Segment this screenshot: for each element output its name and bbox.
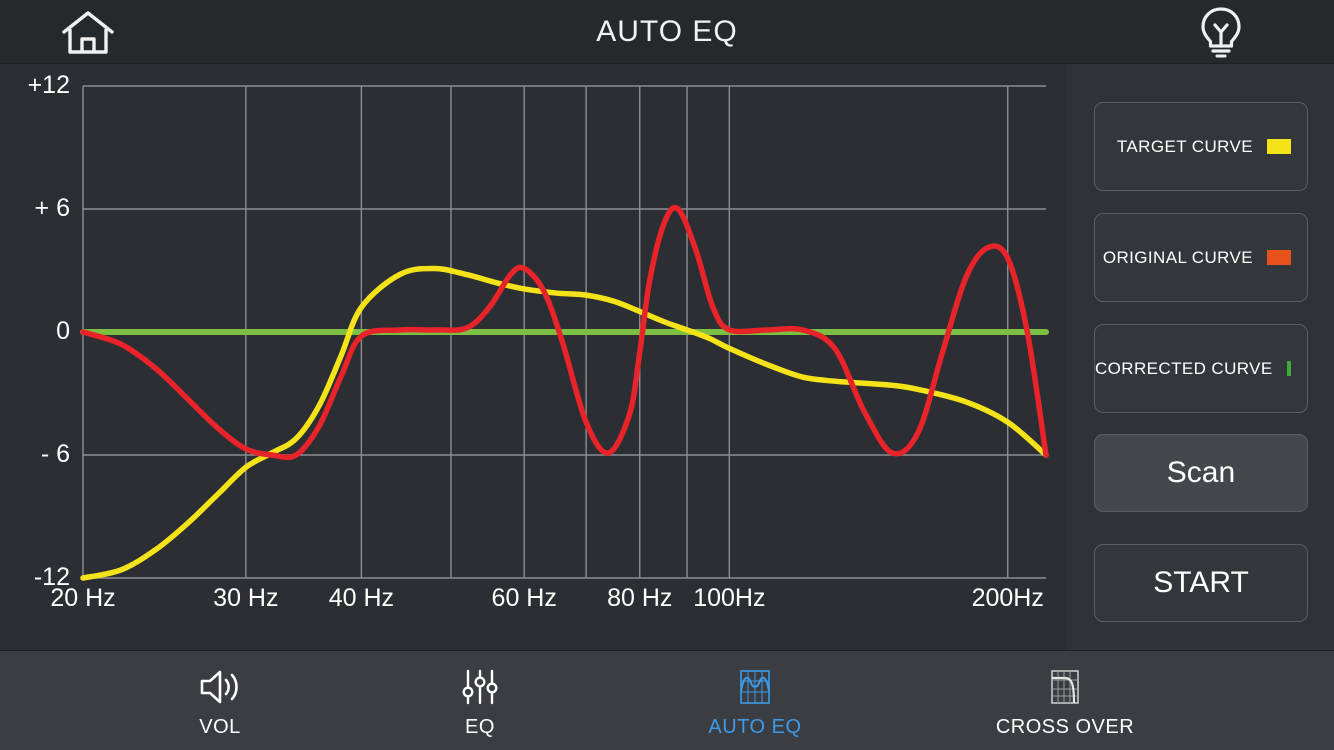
green-swatch: [1286, 361, 1291, 376]
eq-response-chart: [80, 85, 1049, 581]
legend-label-original: ORIGINAL CURVE: [1102, 247, 1253, 267]
page-title: AUTO EQ: [596, 15, 738, 48]
y-axis-label-0: 0: [56, 317, 70, 345]
legend-label-target: TARGET CURVE: [1116, 136, 1253, 156]
lightbulb-button[interactable]: [1190, 4, 1252, 60]
bottom-nav-bar: VOL EQ AUTO EQ CROSS OVER: [0, 650, 1334, 750]
top-bar: AUTO EQ: [0, 0, 1334, 64]
x-axis-tick-40: 40 Hz: [328, 584, 395, 612]
x-axis-tick-60: 60 Hz: [491, 584, 557, 612]
nav-item-cross-over[interactable]: CROSS OVER: [965, 651, 1165, 750]
orange-swatch: [1267, 250, 1291, 265]
legend-label-corrected: CORRECTED CURVE: [1095, 358, 1273, 378]
y-axis-label-6: + 6: [34, 194, 70, 222]
auto-eq-screen: AUTO EQ +12 + 6 0 - 6 -12 20 Hz 30 Hz 40 H…: [0, 0, 1334, 750]
legend-button-corrected-curve[interactable]: CORRECTED CURVE: [1094, 324, 1308, 413]
nav-label-eq: EQ: [465, 715, 495, 738]
nav-item-eq[interactable]: EQ: [380, 651, 580, 750]
yellow-swatch: [1267, 139, 1291, 154]
x-axis-tick-200: 200Hz: [971, 584, 1044, 612]
nav-label-cross-over: CROSS OVER: [995, 715, 1135, 738]
nav-item-auto-eq[interactable]: AUTO EQ: [655, 651, 855, 750]
auto-eq-grid-curve-icon: [731, 664, 779, 710]
nav-label-auto-eq: AUTO EQ: [708, 715, 802, 738]
right-sidebar: TARGET CURVE ORIGINAL CURVE CORRECTED CU…: [1067, 64, 1334, 650]
crossover-grid-icon: [1041, 664, 1089, 710]
eq-chart-panel[interactable]: +12 + 6 0 - 6 -12 20 Hz 30 Hz 40 Hz 60 Hz 80…: [0, 64, 1067, 650]
equalizer-sliders-icon: [456, 664, 504, 710]
start-button[interactable]: START: [1094, 544, 1308, 622]
x-axis-tick-20: 20 Hz: [50, 584, 116, 612]
nav-label-vol: VOL: [199, 715, 241, 738]
legend-button-target-curve[interactable]: TARGET CURVE: [1094, 102, 1308, 191]
x-axis-tick-30: 30 Hz: [213, 584, 279, 612]
legend-button-original-curve[interactable]: ORIGINAL CURVE: [1094, 213, 1308, 302]
scan-button[interactable]: Scan: [1094, 434, 1308, 512]
speaker-volume-icon: [196, 664, 244, 710]
nav-item-vol[interactable]: VOL: [120, 651, 320, 750]
y-axis-label-12: +12: [27, 71, 70, 99]
y-axis-label-neg6: - 6: [40, 440, 70, 468]
lightbulb-icon: [1201, 7, 1241, 58]
x-axis-tick-100: 100Hz: [693, 584, 766, 612]
